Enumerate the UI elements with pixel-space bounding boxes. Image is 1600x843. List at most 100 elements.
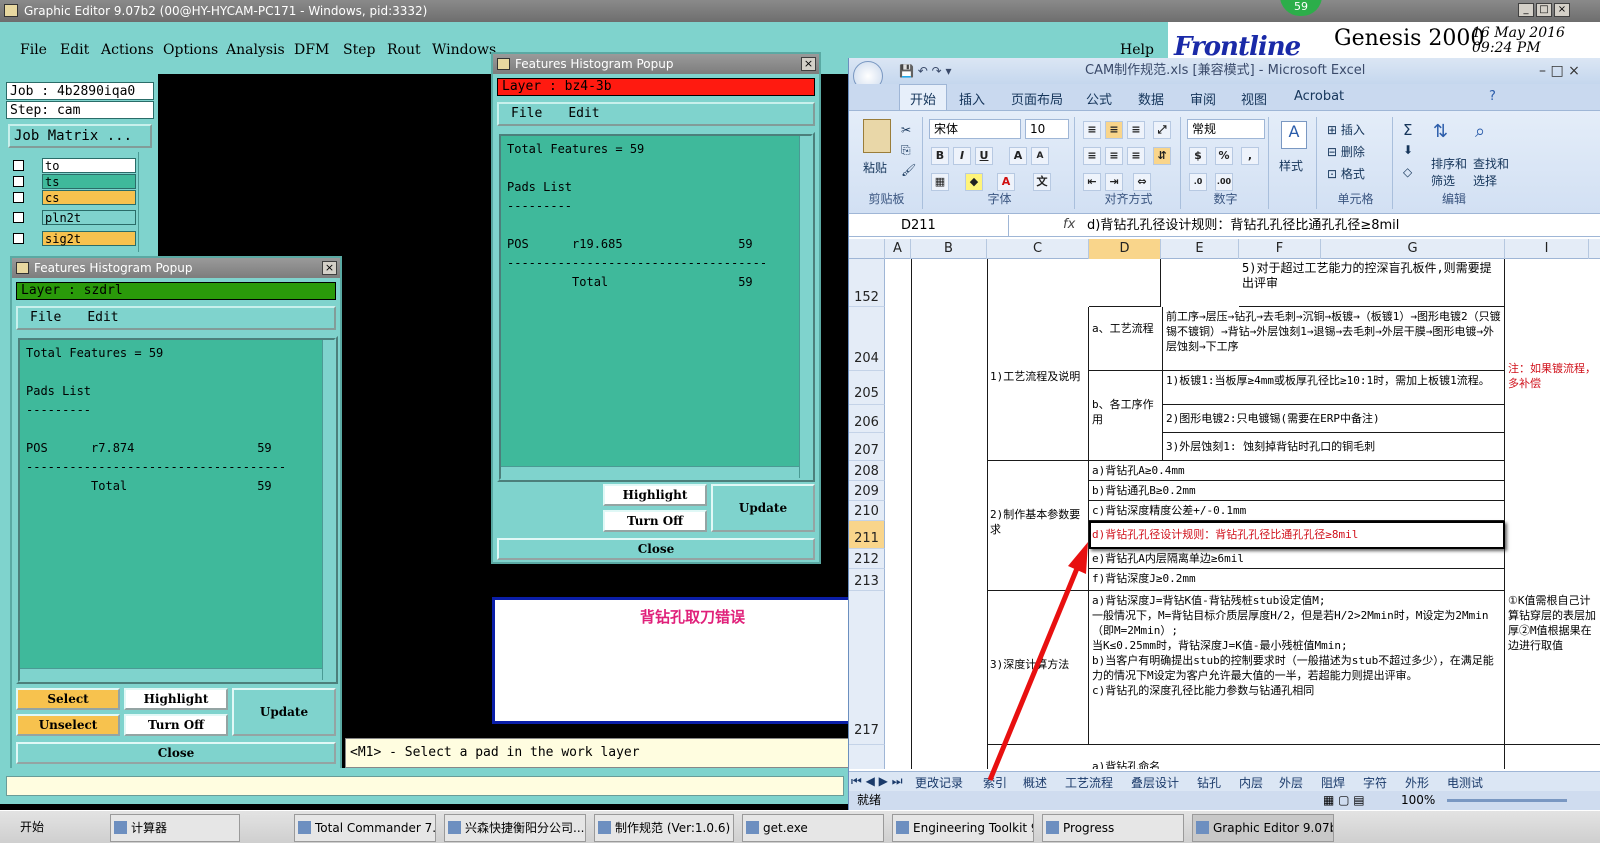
taskbar-item[interactable]: 计算器: [110, 814, 240, 842]
clear-icon[interactable]: ◇: [1403, 165, 1412, 179]
column-header-c[interactable]: C: [987, 239, 1089, 259]
row-header-213[interactable]: 213: [849, 569, 885, 591]
list-horizontal-scrollbar[interactable]: [501, 466, 799, 478]
format-cells-button[interactable]: ⊡ 格式: [1327, 165, 1365, 182]
highlight-button[interactable]: Highlight: [124, 688, 228, 710]
cell-d-flow[interactable]: a、工艺流程: [1089, 307, 1163, 371]
taskbar-item[interactable]: Engineering Toolkit 9.0...: [892, 814, 1034, 842]
help-icon[interactable]: ?: [1489, 89, 1496, 104]
row-header-211[interactable]: 211: [849, 521, 885, 549]
row-header-207[interactable]: 207: [849, 433, 885, 461]
tab-acrobat[interactable]: Acrobat: [1294, 89, 1344, 104]
layer-list-scrollbar[interactable]: [138, 152, 152, 252]
align-center-icon[interactable]: ≡: [1105, 147, 1123, 165]
menu-dfm[interactable]: DFM: [294, 42, 329, 58]
popup-close-icon[interactable]: ×: [322, 261, 337, 275]
select-button[interactable]: Select: [16, 688, 120, 710]
excel-window-controls[interactable]: – □ ×: [1539, 58, 1580, 84]
align-bottom-icon[interactable]: ≡: [1127, 121, 1145, 139]
popup-menu-file[interactable]: File: [30, 310, 61, 325]
italic-button[interactable]: I: [953, 147, 971, 165]
sheet-tab[interactable]: 电测试: [1447, 774, 1483, 791]
cell-c-basic[interactable]: 2)制作基本参数要求: [987, 461, 1089, 591]
align-right-icon[interactable]: ≡: [1127, 147, 1145, 165]
menu-edit[interactable]: Edit: [60, 42, 89, 58]
popup-menu-edit[interactable]: Edit: [87, 310, 118, 325]
menu-rout[interactable]: Rout: [387, 42, 421, 58]
cell-e206[interactable]: 2)图形电镀2:只电镀锡(需要在ERP中备注): [1163, 405, 1505, 433]
list-vertical-scrollbar[interactable]: [322, 340, 334, 680]
sheet-tab[interactable]: 叠层设计: [1131, 774, 1179, 791]
cell-e205[interactable]: 1)板镀1:当板厚≥4mm或板厚孔径比≥10:1时，需加上板镀1流程。: [1163, 371, 1505, 405]
taskbar-item[interactable]: Total Commander 7.0 ...: [294, 814, 436, 842]
align-middle-icon[interactable]: ≡: [1105, 121, 1123, 139]
sheet-tab[interactable]: 更改记录: [915, 774, 963, 791]
cell-c-depth[interactable]: 3)深度计算方法: [987, 591, 1089, 745]
cell-d152[interactable]: [1089, 259, 1161, 307]
cell-d209[interactable]: b)背钻通孔B≥0.2mm: [1089, 481, 1505, 501]
layer-checkbox[interactable]: [13, 212, 24, 223]
list-vertical-scrollbar[interactable]: [799, 136, 811, 478]
column-header-e[interactable]: E: [1161, 239, 1239, 259]
comma-icon[interactable]: ,: [1241, 147, 1259, 165]
fx-icon[interactable]: fx: [1063, 217, 1075, 232]
fill-color-icon[interactable]: ◆: [965, 173, 983, 191]
grow-font-button[interactable]: A: [1009, 147, 1027, 165]
tab-review[interactable]: 审阅: [1190, 89, 1216, 108]
percent-icon[interactable]: %: [1215, 147, 1233, 165]
row-header-204[interactable]: 204: [849, 307, 885, 371]
layer-row-to[interactable]: to: [10, 158, 136, 174]
layer-checkbox[interactable]: [13, 192, 24, 203]
tab-page-layout[interactable]: 页面布局: [1011, 89, 1063, 108]
taskbar-item[interactable]: 兴森快捷衡阳分公司...: [444, 814, 586, 842]
paste-icon[interactable]: [863, 119, 891, 153]
align-top-icon[interactable]: ≡: [1083, 121, 1101, 139]
font-size-select[interactable]: 10: [1025, 119, 1069, 139]
column-header-f[interactable]: F: [1239, 239, 1321, 259]
delete-cells-button[interactable]: ⊟ 删除: [1327, 143, 1365, 160]
cell-d210[interactable]: c)背钻深度精度公差+/-0.1mm: [1089, 501, 1505, 521]
cell-e204[interactable]: 前工序→层压→钻孔→去毛刺→沉铜→板镀→（板镀1）→图形电镀2（只镀锡不镀铜）→…: [1163, 307, 1505, 371]
decrease-indent-icon[interactable]: ⇤: [1083, 173, 1101, 191]
shrink-font-button[interactable]: A: [1031, 147, 1049, 165]
increase-indent-icon[interactable]: ⇥: [1105, 173, 1123, 191]
turn-off-button[interactable]: Turn Off: [603, 510, 707, 532]
underline-button[interactable]: U: [975, 147, 993, 165]
cell-e207[interactable]: 3)外层蚀刻1: 蚀刻掉背钻时孔口的铜毛刺: [1163, 433, 1505, 461]
row-header-212[interactable]: 212: [849, 549, 885, 569]
orientation-icon[interactable]: ⤢: [1153, 121, 1171, 139]
row-header-217[interactable]: 217: [849, 591, 885, 745]
taskbar-item[interactable]: get.exe: [742, 814, 884, 842]
row-header-next[interactable]: [849, 745, 885, 769]
phonetic-icon[interactable]: 文: [1033, 173, 1051, 191]
bold-button[interactable]: B: [931, 147, 949, 165]
layer-checkbox[interactable]: [13, 160, 24, 171]
layer-row-sig2t[interactable]: sig2t: [10, 231, 136, 247]
menu-step[interactable]: Step: [343, 42, 375, 58]
name-box[interactable]: D211: [849, 215, 1009, 237]
font-name-select[interactable]: 宋体: [929, 119, 1021, 139]
select-all-corner[interactable]: [849, 239, 885, 259]
column-header-g[interactable]: G: [1321, 239, 1505, 259]
formula-input[interactable]: d)背钻孔孔径设计规则：背钻孔孔径比通孔孔径≥8mil: [1087, 215, 1399, 237]
view-buttons[interactable]: ▦ ▢ ▤: [1323, 791, 1365, 810]
font-color-icon[interactable]: A: [997, 173, 1015, 191]
column-header-d[interactable]: D: [1089, 239, 1161, 259]
merge-icon[interactable]: ⇔: [1133, 173, 1151, 191]
cell-d211-selected[interactable]: d)背钻孔孔径设计规则：背钻孔孔径比通孔孔径≥8mil: [1089, 521, 1505, 549]
column-header-a[interactable]: A: [885, 239, 911, 259]
popup-menu-file[interactable]: File: [511, 106, 542, 121]
tab-insert[interactable]: 插入: [959, 89, 985, 108]
sort-filter-icon[interactable]: ⇅: [1433, 121, 1448, 142]
unselect-button[interactable]: Unselect: [16, 714, 120, 736]
popup-close-icon[interactable]: ×: [801, 57, 816, 71]
zoom-slider[interactable]: [1447, 799, 1567, 802]
cell-d-depth[interactable]: a)背钻深度J=背钻K值-背钻残桩stub设定值M; 一般情况下，M=背钻目标介…: [1089, 591, 1505, 745]
column-header-i[interactable]: I: [1505, 239, 1589, 259]
find-select-label[interactable]: 查找和 选择: [1473, 155, 1509, 189]
turn-off-button[interactable]: Turn Off: [124, 714, 228, 736]
styles-icon[interactable]: A: [1281, 121, 1307, 149]
layer-row-cs[interactable]: cs: [10, 190, 136, 206]
paste-label[interactable]: 粘贴: [863, 159, 887, 176]
menu-help[interactable]: Help: [1120, 42, 1154, 58]
